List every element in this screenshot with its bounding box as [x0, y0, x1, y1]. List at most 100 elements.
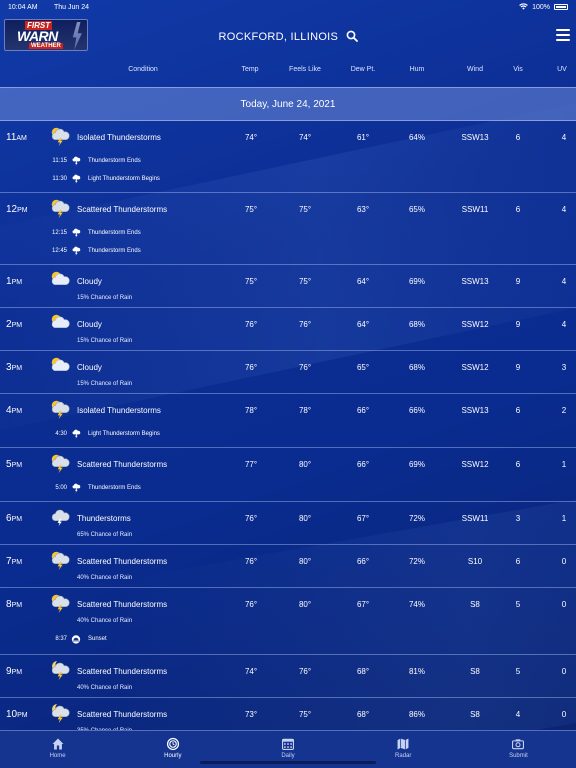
- chance-of-rain: 15% Chance of Rain: [77, 381, 133, 387]
- tab-label: Submit: [509, 753, 528, 759]
- event-label: Thunderstorm Ends: [88, 158, 141, 164]
- uv-value: 1: [561, 514, 567, 523]
- chance-of-rain: 15% Chance of Rain: [77, 338, 133, 344]
- temp-value: 78°: [244, 406, 258, 415]
- feels-like-value: 80°: [298, 460, 312, 469]
- event-time: 4:30: [55, 431, 67, 437]
- event-time: 8:37: [55, 636, 67, 642]
- condition-text: Cloudy: [77, 277, 102, 286]
- cloud-storm-icon: [71, 228, 81, 238]
- status-date: Thu Jun 24: [54, 3, 90, 11]
- column-humidity: Hum: [409, 66, 425, 73]
- calendar-icon: [230, 737, 345, 751]
- sun-cloud-storm-icon: [49, 549, 71, 571]
- event-label: Light Thunderstorm Begins: [88, 431, 160, 437]
- hour-number: 12: [6, 204, 18, 215]
- hour-ampm: PM: [17, 207, 28, 214]
- hour-label: 9PM: [6, 666, 22, 677]
- column-headers: Condition Temp Feels Like Dew Pt. Hum Wi…: [0, 66, 576, 80]
- location-name: ROCKFORD, ILLINOIS: [218, 31, 339, 43]
- event-label: Thunderstorm Ends: [88, 485, 141, 491]
- battery-icon: [554, 4, 568, 10]
- condition-text: Cloudy: [77, 363, 102, 372]
- hour-row[interactable]: 4PM Isolated Thunderstorms 78° 78° 66° 66% SSW…: [0, 394, 576, 448]
- hour-row[interactable]: 5PM Scattered Thunderstorms 77° 80° 66° 69% SS…: [0, 448, 576, 502]
- camera-icon: [461, 737, 576, 751]
- hour-label: 11AM: [6, 132, 27, 143]
- hour-row[interactable]: 6PM Thunderstorms 65% Chance of Rain 76° 80°…: [0, 502, 576, 545]
- hour-row[interactable]: 12PM Scattered Thunderstorms 75° 75° 63° 65% S…: [0, 193, 576, 265]
- humidity-value: 72%: [408, 557, 425, 566]
- status-bar: 10:04 AM Thu Jun 24 100%: [0, 0, 576, 14]
- hamburger-menu-icon[interactable]: [556, 29, 570, 41]
- temp-value: 76°: [244, 557, 258, 566]
- hour-row[interactable]: 2PM Cloudy 15% Chance of Rain 76° 76° 64° 68% S…: [0, 308, 576, 351]
- dew-point-value: 65°: [356, 363, 370, 372]
- hourly-forecast-list[interactable]: 11AM Isolated Thunderstorms 74° 74° 61° 64% SS…: [0, 121, 576, 730]
- condition-text: Scattered Thunderstorms: [77, 205, 168, 214]
- humidity-value: 64%: [408, 133, 425, 142]
- visibility-value: 4: [515, 710, 521, 719]
- hour-row[interactable]: 1PM Cloudy 15% Chance of Rain 75° 75° 64° 69% S…: [0, 265, 576, 308]
- dew-point-value: 68°: [356, 667, 370, 676]
- column-temp: Temp: [241, 66, 259, 73]
- location-selector[interactable]: ROCKFORD, ILLINOIS: [0, 30, 576, 43]
- feels-like-value: 75°: [298, 205, 312, 214]
- feels-like-value: 78°: [298, 406, 312, 415]
- hour-label: 6PM: [6, 513, 22, 524]
- hour-ampm: PM: [11, 322, 23, 329]
- chance-of-rain: 40% Chance of Rain: [77, 618, 133, 624]
- hour-row[interactable]: 11AM Isolated Thunderstorms 74° 74° 61° 64% SS…: [0, 121, 576, 193]
- visibility-value: 3: [515, 514, 521, 523]
- hour-row[interactable]: 8PM Scattered Thunderstorms 40% Chance of …: [0, 588, 576, 655]
- hour-label: 3PM: [6, 362, 22, 373]
- uv-value: 4: [561, 133, 567, 142]
- temp-value: 76°: [244, 363, 258, 372]
- sun-cloud-storm-icon: [49, 592, 71, 614]
- temp-value: 76°: [244, 514, 258, 523]
- hour-ampm: PM: [11, 279, 23, 286]
- feels-like-value: 80°: [298, 514, 312, 523]
- visibility-value: 6: [515, 557, 521, 566]
- map-icon: [346, 737, 461, 751]
- cloud-storm-icon: [71, 174, 81, 184]
- dew-point-value: 64°: [356, 320, 370, 329]
- visibility-value: 9: [515, 277, 521, 286]
- hour-row[interactable]: 3PM Cloudy 15% Chance of Rain 76° 76° 65° 68% S…: [0, 351, 576, 394]
- cloud-storm-icon: [49, 506, 71, 528]
- sun-cloud-storm-icon: [49, 398, 71, 420]
- hour-row[interactable]: 10PMScattered Thunderstorms35% Chance of…: [0, 698, 576, 730]
- humidity-value: 68%: [408, 363, 425, 372]
- feels-like-value: 74°: [298, 133, 312, 142]
- visibility-value: 5: [515, 600, 521, 609]
- uv-value: 0: [561, 667, 567, 676]
- dew-point-value: 67°: [356, 600, 370, 609]
- moon-cloud-storm-icon: [49, 659, 71, 681]
- hour-number: 11: [6, 132, 17, 143]
- status-right: 100%: [519, 2, 568, 12]
- sun-cloud-storm-icon: [49, 197, 71, 219]
- condition-text: Scattered Thunderstorms: [77, 710, 168, 719]
- home-indicator: [200, 761, 376, 764]
- tab-submit[interactable]: Submit: [461, 731, 576, 768]
- humidity-value: 65%: [408, 205, 425, 214]
- logo-text-weather: WEATHER: [29, 43, 63, 49]
- hour-ampm: PM: [11, 669, 23, 676]
- search-icon[interactable]: [346, 30, 358, 42]
- tab-label: Hourly: [164, 753, 182, 759]
- hour-ampm: PM: [11, 602, 23, 609]
- hour-row[interactable]: 7PM Scattered Thunderstorms 40% Chance of …: [0, 545, 576, 588]
- dew-point-value: 66°: [356, 557, 370, 566]
- event-time: 11:15: [52, 158, 67, 164]
- chance-of-rain: 40% Chance of Rain: [77, 685, 133, 691]
- tab-home[interactable]: Home: [0, 731, 115, 768]
- uv-value: 2: [561, 406, 567, 415]
- sun-cloud-icon: [49, 312, 71, 334]
- temp-value: 76°: [244, 320, 258, 329]
- chance-of-rain: 40% Chance of Rain: [77, 575, 133, 581]
- uv-value: 3: [561, 363, 567, 372]
- hour-row[interactable]: 9PM Scattered Thunderstorms 40% Chance of …: [0, 655, 576, 698]
- condition-text: Cloudy: [77, 320, 102, 329]
- sunset-icon: [71, 634, 81, 644]
- chance-of-rain: 65% Chance of Rain: [77, 532, 133, 538]
